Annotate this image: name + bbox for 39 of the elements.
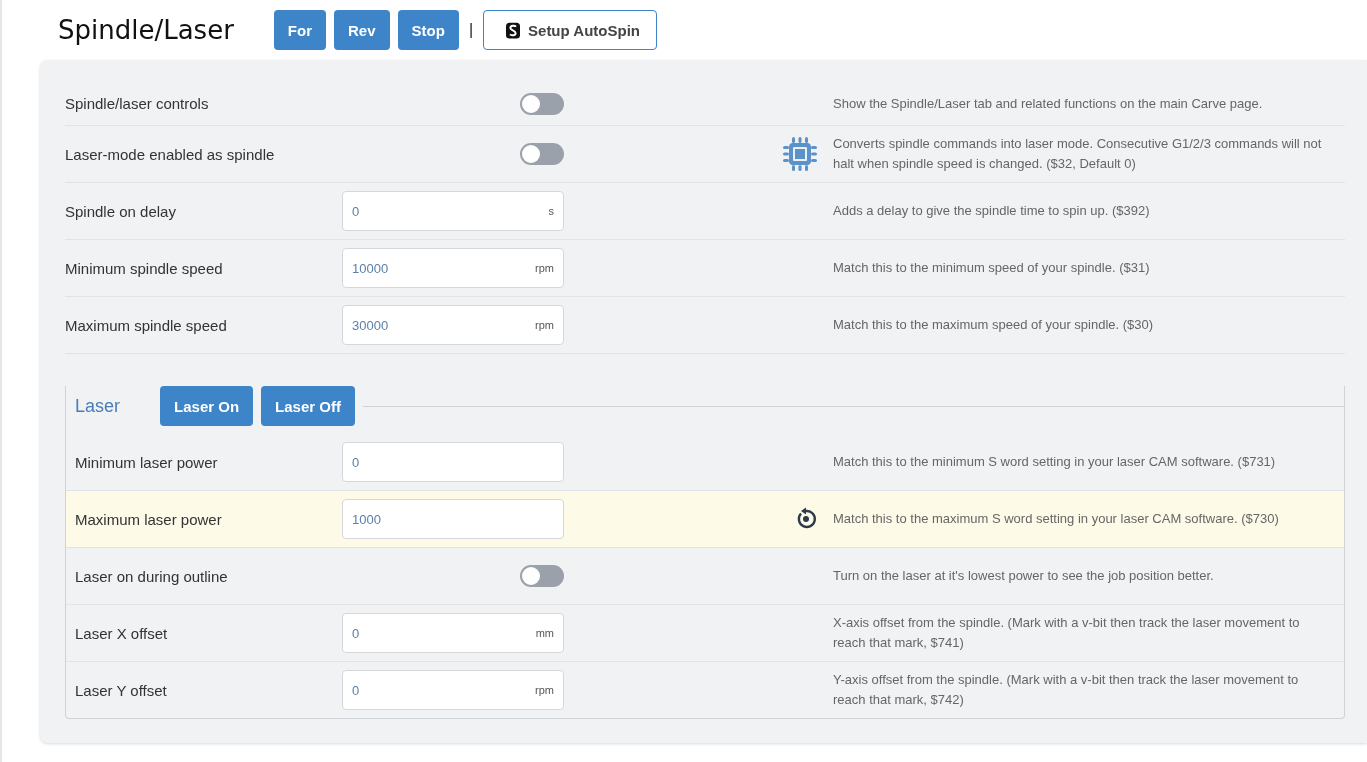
s-logo-icon [506,21,521,39]
setting-input[interactable]: 0 rpm [342,670,564,710]
setting-description: Match this to the maximum speed of your spindle. ($30) [833,316,1154,334]
toggle-switch[interactable] [520,143,564,165]
setting-input[interactable]: 0 mm [342,613,564,653]
spindle-button[interactable]: Stop [397,10,459,50]
setting-input[interactable]: 0 s [342,191,564,231]
setting-input[interactable]: 1000 [342,499,564,539]
setting-label: Spindle/laser controls [65,95,210,112]
spindle-button[interactable]: For [273,10,326,50]
setup-autospin-button[interactable]: Setup AutoSpin [483,10,657,50]
setting-label: Laser Y offset [74,681,168,699]
setting-label: Maximum laser power [74,510,223,528]
setting-description: Converts spindle commands into laser mode. Consecutive G1/2/3 commands will not halt when spindle speed is changed. ($32, Default 0) [833,135,1323,173]
setting-description: X-axis offset from the spindle. (Mark with a v-bit then track the laser movement to reach that mark, $741) [833,614,1301,652]
setting-label: Spindle on delay [65,202,177,220]
setting-description: Match this to the minimum speed of your spindle. ($31) [833,259,1150,277]
setting-description: Match this to the minimum S word setting in your laser CAM software. ($731) [833,453,1276,471]
spindle-button[interactable]: Rev [334,10,390,50]
laser-button[interactable]: Laser Off [261,386,355,426]
setting-input[interactable]: 10000 rpm [342,248,564,288]
setting-label: Maximum spindle speed [65,316,228,334]
setting-description: Y-axis offset from the spindle. (Mark with a v-bit then track the laser movement to reach that mark, $742) [833,671,1300,709]
setting-description: Adds a delay to give the spindle time to spin up. ($392) [833,202,1150,220]
setting-label: Minimum spindle speed [65,259,224,277]
setting-description: Match this to the maximum S word setting in your laser CAM software. ($730) [833,510,1279,528]
setting-input[interactable]: 30000 rpm [342,305,564,345]
toggle-switch[interactable] [520,92,564,115]
toggle-switch[interactable] [520,565,564,587]
separator-text: | [468,21,474,39]
laser-button[interactable]: Laser On [160,386,254,426]
setting-description: Show the Spindle/Laser tab and related functions on the main Carve page. [833,94,1263,113]
setting-label: Laser on during outline [74,567,229,585]
setting-label: Minimum laser power [74,453,219,471]
setting-description: Turn on the laser at it's lowest power to see the job position better. [833,567,1214,585]
setting-label: Laser X offset [74,624,169,642]
page-title: Spindle/Laser [58,15,234,45]
setting-input[interactable]: 0 [342,442,564,482]
setting-label: Laser-mode enabled as spindle [65,145,276,163]
